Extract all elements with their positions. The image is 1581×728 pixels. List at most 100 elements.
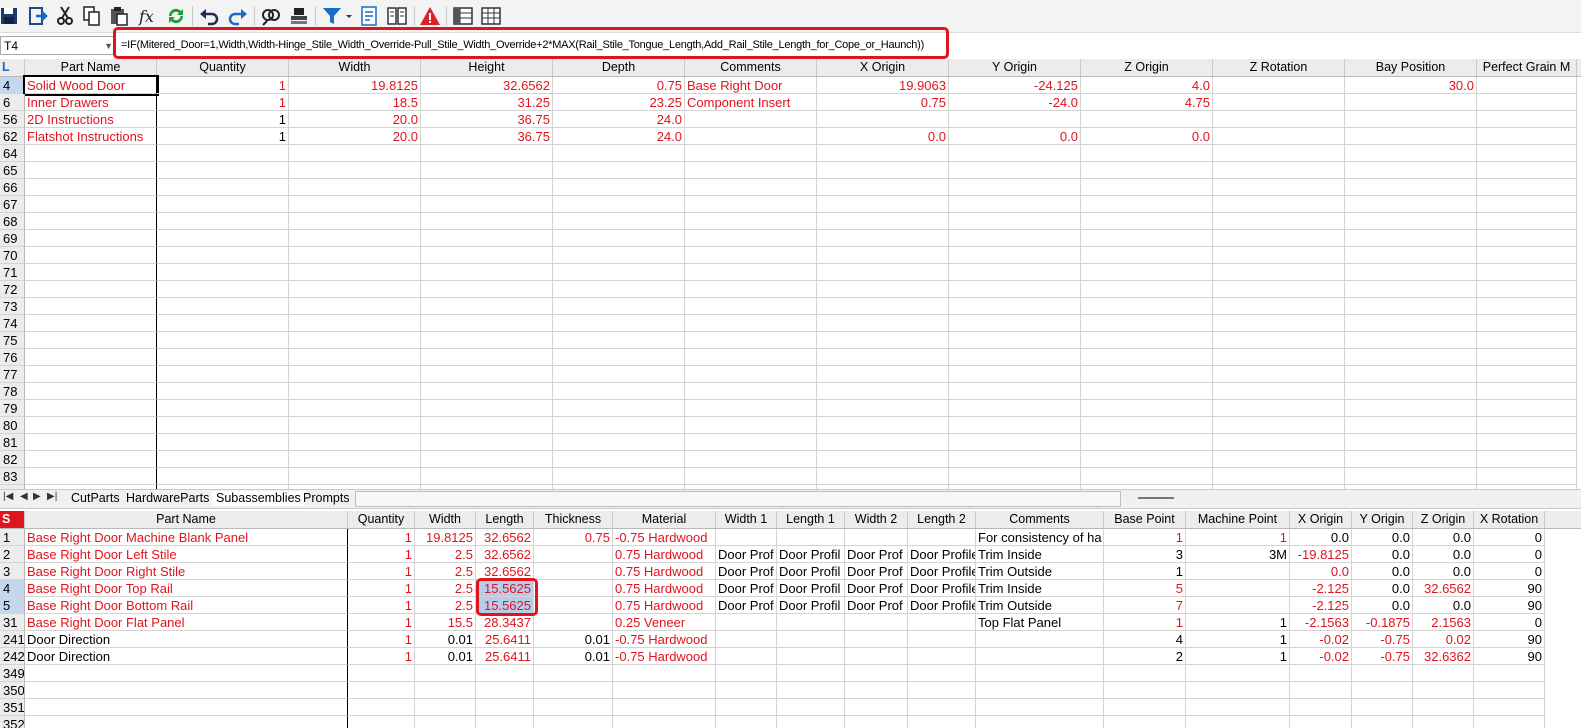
column-header-length-2[interactable]: Length 2 [908, 511, 976, 528]
cell-height[interactable] [421, 281, 553, 298]
cell-part-name[interactable]: Base Right Door Left Stile [25, 546, 348, 563]
cell-length-1[interactable] [777, 716, 845, 728]
cell-height[interactable] [421, 145, 553, 162]
cell-z-origin[interactable]: 0.02 [1413, 631, 1474, 648]
row-number[interactable]: 83 [0, 468, 25, 485]
cell-x-origin[interactable] [817, 247, 949, 264]
cell-base-point[interactable] [1104, 699, 1186, 716]
cell-x-origin[interactable]: 0.75 [817, 94, 949, 111]
report-icon[interactable] [357, 4, 381, 28]
cell-width[interactable]: 20.0 [289, 128, 421, 145]
cell-length-1[interactable] [777, 665, 845, 682]
cell-width-2[interactable] [845, 614, 908, 631]
column-header-comments[interactable]: Comments [976, 511, 1104, 528]
cell-width[interactable]: 19.8125 [289, 77, 421, 94]
column-header-length[interactable]: Length [476, 511, 534, 528]
cell-depth[interactable] [553, 315, 685, 332]
cell-width[interactable]: 2.5 [415, 546, 476, 563]
export-icon[interactable] [26, 4, 50, 28]
cell-x-rotation[interactable]: 90 [1474, 597, 1545, 614]
cell-part-name[interactable] [25, 332, 157, 349]
cell-depth[interactable]: 24.0 [553, 128, 685, 145]
column-header-width[interactable]: Width [415, 511, 476, 528]
cell-quantity[interactable] [157, 383, 289, 400]
cell-x-origin[interactable] [817, 383, 949, 400]
horizontal-scrollbar[interactable] [355, 491, 1121, 507]
cell-height[interactable]: 32.6562 [421, 77, 553, 94]
cell-quantity[interactable] [348, 682, 415, 699]
cell-x-origin[interactable] [817, 281, 949, 298]
cell-y-origin[interactable]: 0.0 [1352, 597, 1413, 614]
cell-width[interactable] [289, 264, 421, 281]
cell-comments[interactable] [685, 315, 817, 332]
cell-z-origin[interactable]: 0.0 [1413, 563, 1474, 580]
cell-y-origin[interactable]: -0.75 [1352, 631, 1413, 648]
cell-quantity[interactable]: 1 [348, 546, 415, 563]
cell-height[interactable] [421, 400, 553, 417]
cell-comments[interactable] [685, 332, 817, 349]
cell-x-origin[interactable] [817, 332, 949, 349]
column-header-quantity[interactable]: Quantity [348, 511, 415, 528]
cell-z-rotation[interactable] [1213, 145, 1345, 162]
cell-width[interactable] [289, 247, 421, 264]
row-number[interactable]: 79 [0, 400, 25, 417]
cell-comments[interactable] [685, 264, 817, 281]
cell-quantity[interactable] [157, 230, 289, 247]
cell-quantity[interactable] [157, 213, 289, 230]
cell-bay-position[interactable] [1345, 417, 1477, 434]
row-number[interactable]: 5 [0, 597, 25, 614]
cell-length[interactable]: 25.6411 [476, 648, 534, 665]
cell-z-rotation[interactable] [1213, 298, 1345, 315]
cell-width-1[interactable] [716, 665, 777, 682]
cell-part-name[interactable] [25, 349, 157, 366]
cell-quantity[interactable]: 1 [157, 94, 289, 111]
row-number[interactable]: 73 [0, 298, 25, 315]
row-number[interactable]: 4 [0, 77, 25, 94]
cell-y-origin[interactable] [949, 434, 1081, 451]
cell-width-2[interactable]: Door Prof [845, 580, 908, 597]
cell-y-origin[interactable]: -24.125 [949, 77, 1081, 94]
cell-width-1[interactable] [716, 648, 777, 665]
cell-height[interactable] [421, 247, 553, 264]
redo-icon[interactable] [226, 4, 250, 28]
cell-y-origin[interactable] [949, 281, 1081, 298]
cell-quantity[interactable]: 1 [348, 648, 415, 665]
cell-x-rotation[interactable] [1474, 716, 1545, 728]
column-header-perfect-grain-m[interactable]: Perfect Grain M [1477, 59, 1577, 76]
cell-z-rotation[interactable] [1213, 196, 1345, 213]
cell-x-rotation[interactable] [1474, 682, 1545, 699]
cell-perfect-grain-m[interactable] [1477, 400, 1577, 417]
cell-z-rotation[interactable] [1213, 264, 1345, 281]
cell-z-origin[interactable] [1081, 196, 1213, 213]
cell-width[interactable] [289, 349, 421, 366]
column-header-x-origin[interactable]: X Origin [817, 59, 949, 76]
cell-z-rotation[interactable] [1213, 366, 1345, 383]
cell-width-2[interactable]: Door Prof [845, 546, 908, 563]
cell-height[interactable] [421, 332, 553, 349]
cell-comments[interactable] [685, 468, 817, 485]
cell-bay-position[interactable] [1345, 366, 1477, 383]
tab-hardwareparts[interactable]: HardwareParts [122, 491, 213, 506]
cell-length-2[interactable]: Door Profile [908, 580, 976, 597]
cell-base-point[interactable] [1104, 682, 1186, 699]
cell-y-origin[interactable] [1352, 665, 1413, 682]
cell-width[interactable]: 0.01 [415, 648, 476, 665]
cell-y-origin[interactable]: 0.0 [1352, 580, 1413, 597]
column-header-quantity[interactable]: Quantity [157, 59, 289, 76]
filter-icon[interactable] [320, 4, 354, 28]
cell-quantity[interactable]: 1 [348, 631, 415, 648]
cell-y-origin[interactable] [949, 332, 1081, 349]
cell-z-origin[interactable]: 32.6562 [1413, 580, 1474, 597]
cell-z-rotation[interactable] [1213, 128, 1345, 145]
cell-machine-point[interactable] [1186, 716, 1290, 728]
column-header-x-rotation[interactable]: X Rotation [1474, 511, 1545, 528]
cell-width[interactable]: 2.5 [415, 580, 476, 597]
cell-bay-position[interactable] [1345, 400, 1477, 417]
cell-x-origin[interactable] [817, 400, 949, 417]
cell-width-2[interactable] [845, 699, 908, 716]
name-box[interactable]: T4 ▼ [0, 36, 116, 55]
cell-length-1[interactable] [777, 529, 845, 546]
cell-quantity[interactable]: 1 [348, 529, 415, 546]
cell-base-point[interactable]: 5 [1104, 580, 1186, 597]
cell-z-rotation[interactable] [1213, 349, 1345, 366]
